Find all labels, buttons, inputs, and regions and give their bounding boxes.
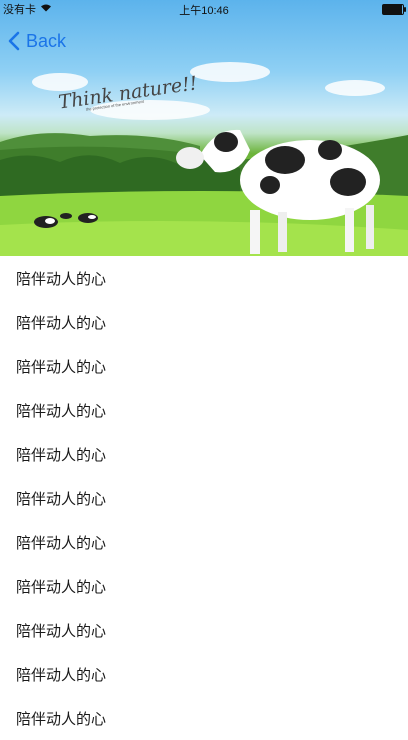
list-item-label: 陪伴动人的心	[16, 534, 107, 552]
list-item[interactable]: 陪伴动人的心	[0, 388, 408, 432]
list-item-label: 陪伴动人的心	[16, 402, 107, 420]
list-item-label: 陪伴动人的心	[16, 710, 107, 728]
back-label: Back	[26, 30, 67, 51]
list-item[interactable]: 陪伴动人的心	[0, 432, 408, 476]
list-item[interactable]: 陪伴动人的心	[0, 696, 408, 740]
chevron-left-icon	[8, 31, 20, 51]
list-item-label: 陪伴动人的心	[16, 490, 107, 508]
list-item[interactable]: 陪伴动人的心	[0, 520, 408, 564]
list-item-label: 陪伴动人的心	[16, 666, 107, 684]
list-item[interactable]: 陪伴动人的心	[0, 564, 408, 608]
list-item-label: 陪伴动人的心	[16, 358, 107, 376]
list-item-label: 陪伴动人的心	[16, 578, 107, 596]
back-button[interactable]: Back	[0, 31, 66, 52]
status-bar: 没有卡 上午10:46	[0, 0, 408, 18]
list-item[interactable]: 陪伴动人的心	[0, 652, 408, 696]
list-item[interactable]: 陪伴动人的心	[0, 344, 408, 388]
list-item-label: 陪伴动人的心	[16, 314, 107, 332]
list-item[interactable]: 陪伴动人的心	[0, 608, 408, 652]
list-item-label: 陪伴动人的心	[16, 622, 107, 640]
list-item-label: 陪伴动人的心	[16, 270, 107, 288]
navigation-bar: Back	[0, 18, 408, 64]
content-list: 陪伴动人的心 陪伴动人的心 陪伴动人的心 陪伴动人的心 陪伴动人的心 陪伴动人的…	[0, 256, 408, 740]
status-time: 上午10:46	[179, 5, 229, 17]
list-item-label: 陪伴动人的心	[16, 446, 107, 464]
list-item[interactable]: 陪伴动人的心	[0, 476, 408, 520]
list-item[interactable]: 陪伴动人的心	[0, 300, 408, 344]
list-item[interactable]: 陪伴动人的心	[0, 256, 408, 300]
